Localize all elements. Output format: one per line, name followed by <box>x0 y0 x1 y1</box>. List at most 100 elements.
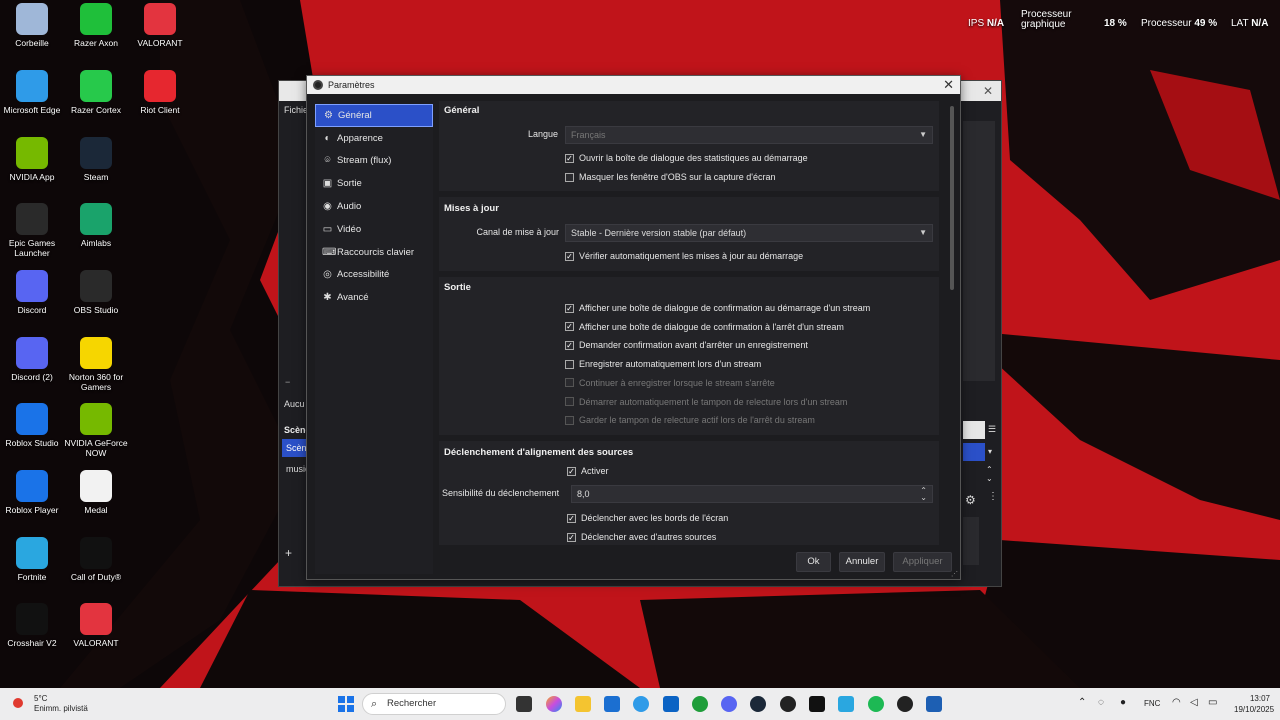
resize-grip-icon[interactable]: ⋰ <box>951 570 958 578</box>
obs-updown-icon[interactable]: ⌃ ⌄ <box>986 465 993 483</box>
check-other-sources[interactable]: ✓ Déclencher avec d'autres sources <box>567 532 716 542</box>
desktop-icon-item[interactable]: Corbeille <box>0 3 64 48</box>
latency-readout: LAT N/A <box>1231 18 1269 29</box>
desktop-icon-item[interactable]: Riot Client <box>128 70 192 115</box>
output-check-1[interactable]: ✓ Afficher une boîte de dialogue de confi… <box>565 322 844 332</box>
valorant-icon <box>80 603 112 635</box>
obs-icon[interactable] <box>780 696 796 712</box>
output-check-label: Démarrer automatiquement le tampon de re… <box>579 396 848 407</box>
obs-more-icon[interactable]: ⋮ <box>988 491 998 502</box>
accessibility-icon: ◎ <box>323 269 332 281</box>
nav-item-0[interactable]: ⚙ Général <box>315 104 433 127</box>
steam-icon[interactable] <box>750 696 766 712</box>
obs-running-icon[interactable] <box>897 696 913 712</box>
volume-icon[interactable]: ◁ <box>1190 697 1198 708</box>
close-icon[interactable]: ✕ <box>943 77 954 93</box>
settings-scrollbar[interactable] <box>949 104 955 574</box>
desktop-icon-label: Roblox Studio <box>5 438 59 448</box>
desktop-icon-item[interactable]: Aimlabs <box>64 203 128 248</box>
desktop-icon-item[interactable]: Roblox Studio <box>0 403 64 448</box>
search-icon: ⌕ <box>371 698 378 710</box>
desktop-icon-item[interactable]: VALORANT <box>64 603 128 648</box>
nav-item-5[interactable]: ▭ Vidéo <box>315 218 433 241</box>
output-check-2[interactable]: ✓ Demander confirmation avant d'arrêter u… <box>565 340 808 350</box>
app-icon[interactable] <box>926 696 942 712</box>
copilot-icon[interactable] <box>546 696 562 712</box>
desktop-icon-item[interactable]: Crosshair V2 <box>0 603 64 648</box>
tray-mic-icon[interactable]: ● <box>1120 697 1126 708</box>
clock[interactable]: 13:07 19/10/2025 <box>1234 693 1274 715</box>
wifi-icon[interactable]: ◠ <box>1172 697 1181 708</box>
spotify-icon[interactable] <box>868 696 884 712</box>
search-input[interactable]: ⌕ Rechercher <box>362 693 506 715</box>
output-check-label: Continuer à enregistrer lorsque le strea… <box>579 377 775 388</box>
desktop-icon-item[interactable]: Discord <box>0 270 64 315</box>
output-check-3[interactable]: Enregistrer automatiquement lors d'un st… <box>565 359 761 369</box>
nav-item-6[interactable]: ⌨ Raccourcis clavier <box>315 241 433 264</box>
battery-icon[interactable]: ▭ <box>1208 697 1217 708</box>
file-explorer-icon[interactable] <box>575 696 591 712</box>
desktop-icon-item[interactable]: Razer Axon <box>64 3 128 48</box>
desktop-icon-item[interactable]: Call of Duty® <box>64 537 128 582</box>
desktop-icon-item[interactable]: OBS Studio <box>64 270 128 315</box>
menu-fichier[interactable]: Fichie <box>284 105 308 115</box>
sensitivity-spinbox[interactable]: 8,0 ⌃ ⌄ <box>571 485 933 503</box>
obs-main-close-icon[interactable]: ✕ <box>983 84 993 98</box>
weather-widget[interactable]: 5°C Enimm. pilvistä <box>34 694 88 714</box>
desktop-icon-item[interactable]: Razer Cortex <box>64 70 128 115</box>
minus-icon[interactable]: − <box>285 377 290 387</box>
desktop-icon-item[interactable]: Epic Games Launcher <box>0 203 64 258</box>
add-scene-icon[interactable]: + <box>285 546 292 560</box>
update-channel-select[interactable]: Stable - Dernière version stable (par dé… <box>565 224 933 242</box>
language-select[interactable]: Français ▼ <box>565 126 933 144</box>
nav-item-4[interactable]: ◉ Audio <box>315 195 433 218</box>
desktop-icon-item[interactable]: NVIDIA GeForce NOW <box>64 403 128 458</box>
nav-item-3[interactable]: ▣ Sortie <box>315 172 433 195</box>
weather-icon[interactable] <box>8 693 28 713</box>
xbox-icon[interactable] <box>692 696 708 712</box>
desktop-icon-label: Razer Axon <box>74 38 118 48</box>
desktop-icon-item[interactable]: Norton 360 for Gamers <box>64 337 128 392</box>
check-screen-edges[interactable]: ✓ Déclencher avec les bords de l'écran <box>567 513 728 523</box>
check-open-stats[interactable]: ✓ Ouvrir la boîte de dialogue des statis… <box>565 153 808 163</box>
nav-item-8[interactable]: ✱ Avancé <box>315 286 433 309</box>
store-icon[interactable] <box>604 696 620 712</box>
cancel-button[interactable]: Annuler <box>839 552 885 572</box>
outlook-icon[interactable] <box>663 696 679 712</box>
desktop-icon-item[interactable]: Discord (2) <box>0 337 64 382</box>
desktop-icon-item[interactable]: VALORANT <box>128 3 192 48</box>
edge-icon[interactable] <box>633 696 649 712</box>
obs-gear-icon[interactable]: ⚙ <box>965 493 976 507</box>
tray-expand-icon[interactable]: ⌃ <box>1078 697 1086 708</box>
nav-item-2[interactable]: ⌾ Stream (flux) <box>315 150 433 173</box>
desktop-icon-item[interactable]: Microsoft Edge <box>0 70 64 115</box>
check-snapping-enable[interactable]: ✓ Activer <box>567 466 609 476</box>
obs-dropdown-icon[interactable]: ▾ <box>988 447 992 456</box>
desktop-icon-item[interactable]: Roblox Player <box>0 470 64 515</box>
nav-item-1[interactable]: ◐ Apparence <box>315 127 433 150</box>
nav-item-7[interactable]: ◎ Accessibilité <box>315 264 433 287</box>
desktop-icon-item[interactable]: Steam <box>64 137 128 182</box>
desktop-icon-item[interactable]: Medal <box>64 470 128 515</box>
checkbox-icon <box>565 415 574 425</box>
apply-button[interactable]: Appliquer <box>893 552 952 572</box>
check-auto-updates[interactable]: ✓ Vérifier automatiquement les mises à j… <box>565 251 803 261</box>
obs-control-blue[interactable] <box>963 443 985 461</box>
discord-icon[interactable] <box>721 696 737 712</box>
task-view-icon[interactable] <box>516 696 532 712</box>
start-icon[interactable] <box>338 696 354 712</box>
tray-app-icon[interactable]: ◌ <box>1098 697 1104 708</box>
desktop-icon-item[interactable]: NVIDIA App <box>0 137 64 182</box>
medal-icon[interactable] <box>809 696 825 712</box>
ok-button[interactable]: Ok <box>796 552 831 572</box>
check-hide-windows[interactable]: Masquer les fenêtre d'OBS sur la capture… <box>565 172 776 182</box>
spin-arrows-icon[interactable]: ⌃ ⌄ <box>920 487 927 502</box>
language-indicator[interactable]: FNC <box>1144 699 1160 708</box>
obs-menu-icon[interactable]: ☰ <box>988 424 996 435</box>
scene-item[interactable]: Scène <box>282 439 312 457</box>
scrollbar-thumb[interactable] <box>950 106 954 290</box>
fortnite-icon[interactable] <box>838 696 854 712</box>
output-check-0[interactable]: ✓ Afficher une boîte de dialogue de confi… <box>565 303 870 313</box>
desktop-icon-item[interactable]: Fortnite <box>0 537 64 582</box>
obs-icon <box>80 270 112 302</box>
